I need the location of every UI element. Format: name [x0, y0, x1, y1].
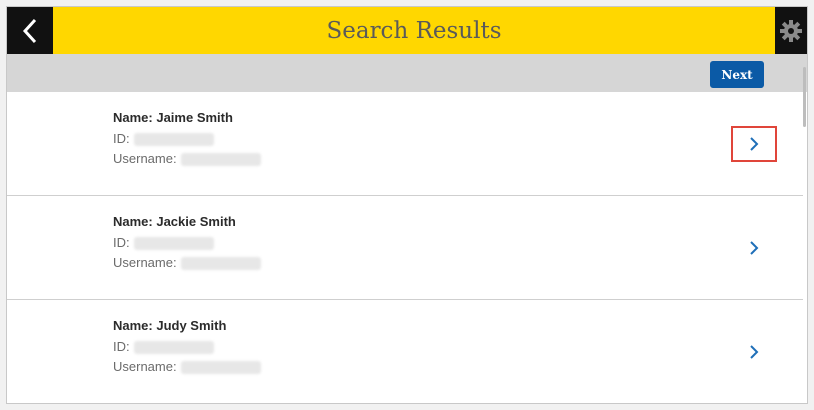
username-label: Username:	[113, 255, 177, 270]
result-row[interactable]: Name: Jackie Smith ID: Username:	[7, 196, 803, 300]
username-label: Username:	[113, 359, 177, 374]
back-button[interactable]	[7, 7, 53, 54]
redacted-username	[180, 153, 261, 167]
chevron-right-icon	[750, 241, 759, 255]
result-info: Name: Jaime Smith ID: Username:	[113, 108, 261, 170]
result-name: Name: Jackie Smith	[113, 214, 236, 229]
settings-button[interactable]	[775, 7, 807, 54]
result-info: Name: Jackie Smith ID: Username:	[113, 212, 261, 274]
app-frame: Search Results Next Name: Jaime Smith ID…	[6, 6, 808, 404]
result-name: Name: Judy Smith	[113, 318, 227, 333]
scrollbar[interactable]	[803, 67, 806, 127]
result-id: ID:	[113, 337, 261, 358]
header-bar: Search Results	[7, 7, 807, 54]
result-info: Name: Judy Smith ID: Username:	[113, 316, 261, 378]
result-row[interactable]: Name: Judy Smith ID: Username:	[7, 300, 803, 403]
page-title: Search Results	[326, 17, 502, 44]
result-username: Username:	[113, 357, 261, 378]
result-username: Username:	[113, 149, 261, 170]
id-label: ID:	[113, 234, 130, 250]
toolbar: Next	[7, 54, 807, 92]
id-label: ID:	[113, 338, 130, 354]
redacted-username	[180, 361, 261, 375]
redacted-id	[133, 340, 214, 354]
result-name: Name: Jaime Smith	[113, 110, 233, 125]
open-result-button[interactable]	[731, 230, 777, 266]
result-id: ID:	[113, 129, 261, 150]
gear-icon	[780, 19, 802, 42]
next-button[interactable]: Next	[710, 61, 764, 88]
open-result-button[interactable]	[731, 334, 777, 370]
redacted-id	[133, 236, 214, 250]
result-id: ID:	[113, 233, 261, 254]
redacted-username	[180, 257, 261, 271]
username-label: Username:	[113, 151, 177, 166]
chevron-right-icon	[750, 345, 759, 359]
chevron-right-icon	[750, 137, 759, 151]
chevron-left-icon	[22, 18, 37, 43]
open-result-button[interactable]	[731, 126, 777, 162]
result-row[interactable]: Name: Jaime Smith ID: Username:	[7, 92, 803, 196]
result-username: Username:	[113, 253, 261, 274]
redacted-id	[133, 132, 214, 146]
id-label: ID:	[113, 130, 130, 146]
results-list: Name: Jaime Smith ID: Username: Name: Ja…	[7, 92, 803, 403]
